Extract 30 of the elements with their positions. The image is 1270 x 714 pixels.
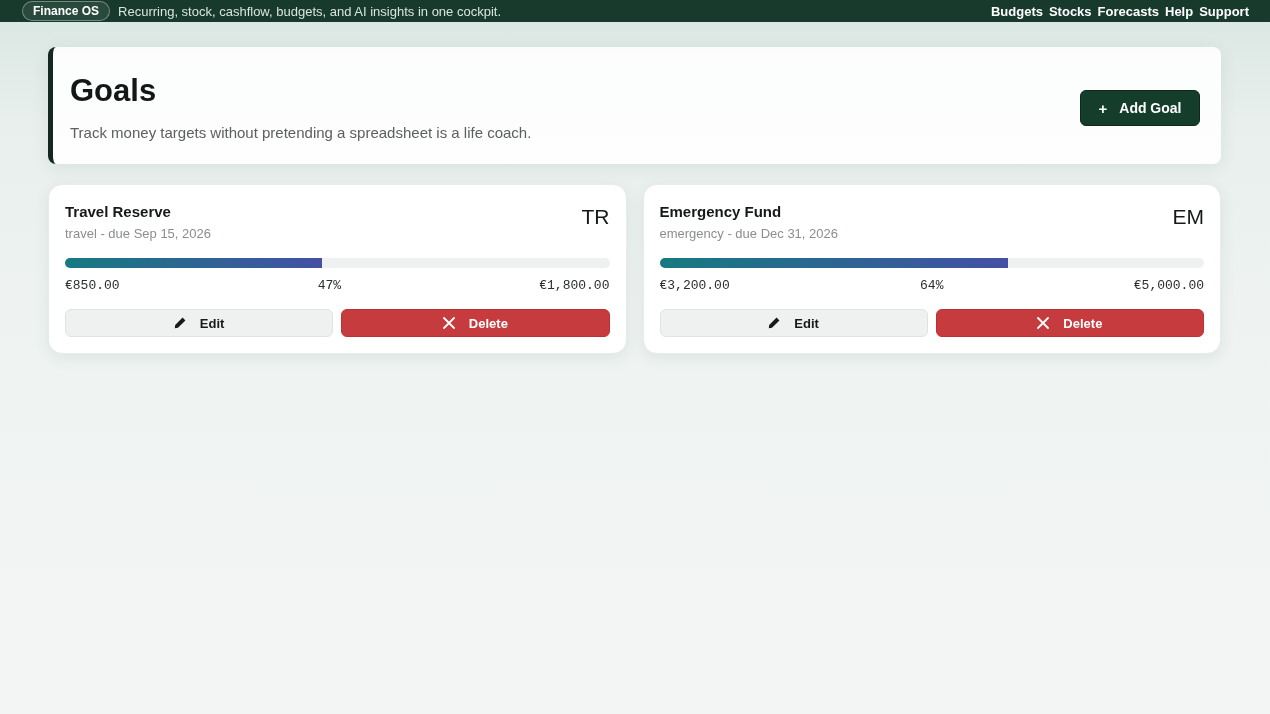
saved-amount: €850.00: [65, 277, 120, 295]
pencil-icon: [173, 317, 186, 329]
brand-badge[interactable]: Finance OS: [22, 1, 111, 21]
nav-link[interactable]: Stocks: [1048, 3, 1092, 19]
saved-amount: €3,200.00: [659, 277, 730, 295]
tagline: Recurring, stock, cashflow, budgets, and AI insights in one cockpit.: [118, 3, 502, 19]
goal-title: Travel Reserve: [65, 202, 172, 222]
page-subtitle: Track money targets without pretending a spreadsheet is a life coach.: [70, 123, 533, 143]
add-goal-button[interactable]: + Add Goal: [1080, 90, 1200, 126]
nav-link[interactable]: Support: [1199, 3, 1249, 19]
target-amount: €1,800.00: [539, 277, 610, 295]
goal-due-date: travel - due Sep 15, 2026: [65, 225, 211, 243]
delete-button[interactable]: Delete: [341, 309, 610, 337]
goal-due-date: emergency - due Dec 31, 2026: [659, 225, 838, 243]
progress-percent: 47%: [317, 277, 342, 295]
goal-title: Emergency Fund: [659, 202, 783, 222]
delete-button[interactable]: Delete: [935, 309, 1204, 337]
target-amount: €5,000.00: [1133, 277, 1204, 295]
pencil-icon: [768, 317, 781, 329]
close-icon: [1037, 317, 1050, 329]
nav-link[interactable]: Budgets: [990, 3, 1043, 19]
goal-initials: TR: [581, 204, 610, 230]
close-icon: [442, 317, 455, 329]
nav-link[interactable]: Forecasts: [1097, 3, 1159, 19]
progress-percent: 64%: [920, 277, 944, 295]
edit-button[interactable]: Edit: [65, 309, 334, 337]
edit-button[interactable]: Edit: [659, 309, 928, 337]
page-title: Goals: [70, 73, 158, 109]
goal-initials: EM: [1172, 204, 1204, 230]
nav-link[interactable]: Help: [1165, 3, 1194, 19]
